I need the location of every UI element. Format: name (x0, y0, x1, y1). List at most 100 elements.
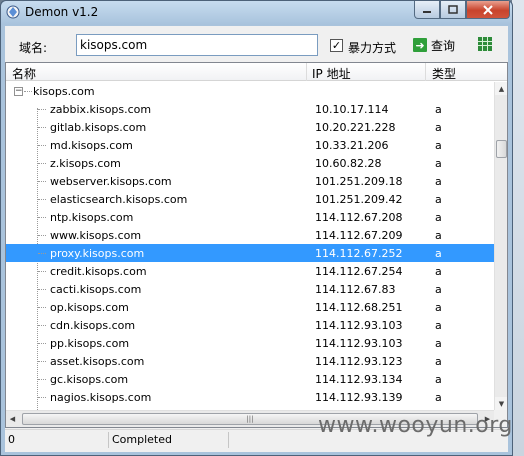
cell-type: a (435, 139, 442, 152)
tree-line (38, 253, 46, 254)
tree-line (38, 343, 46, 344)
title-bar[interactable]: Demon v1.2 (1, 1, 512, 25)
cell-name: z.kisops.com (50, 157, 121, 170)
maximize-icon (448, 5, 458, 14)
bruteforce-label[interactable]: 暴力方式 (348, 39, 396, 56)
cell-type: a (435, 247, 442, 260)
table-row[interactable]: nagios.kisops.com 114.112.93.139 a (6, 388, 494, 406)
cell-ip: 10.20.221.228 (315, 121, 396, 134)
tree-root-row[interactable]: − kisops.com (6, 82, 494, 100)
tree-line (38, 181, 46, 182)
tree-line (38, 235, 46, 236)
tree-line (38, 271, 46, 272)
minimize-button[interactable] (414, 1, 440, 19)
table-row[interactable]: asset.kisops.com 114.112.93.123 a (6, 352, 494, 370)
cell-name: gitlab.kisops.com (50, 121, 147, 134)
query-button[interactable]: ➜ 查询 (413, 35, 455, 55)
column-divider[interactable] (306, 63, 307, 81)
close-button[interactable] (466, 1, 510, 19)
query-label: 查询 (431, 38, 456, 53)
table-row[interactable]: cdn.kisops.com 114.112.93.103 a (6, 316, 494, 334)
cell-ip: 114.112.67.252 (315, 247, 403, 260)
cell-name: pp.kisops.com (50, 337, 130, 350)
tree-line (38, 199, 46, 200)
domain-input[interactable] (76, 34, 318, 56)
cell-type: a (435, 121, 442, 134)
table-row[interactable]: cacti.kisops.com 114.112.67.83 a (6, 280, 494, 298)
cell-ip: 10.10.17.114 (315, 103, 389, 116)
cell-type: a (435, 157, 442, 170)
table-row[interactable]: zabbix.kisops.com 10.10.17.114 a (6, 100, 494, 118)
watermark: www.wooyun.org (318, 413, 513, 438)
vertical-scrollbar[interactable]: ▲ ▼ (494, 82, 507, 410)
bruteforce-checkbox[interactable]: ✓ (330, 39, 343, 52)
cell-type: a (435, 391, 442, 404)
cell-type: a (435, 103, 442, 116)
cell-name: op.kisops.com (50, 301, 129, 314)
table-row[interactable]: z.kisops.com 10.60.82.28 a (6, 154, 494, 172)
spreadsheet-export-icon[interactable] (477, 36, 493, 52)
table-row[interactable]: www.kisops.com 114.112.67.209 a (6, 226, 494, 244)
scroll-up-icon[interactable]: ▲ (495, 82, 507, 95)
cell-ip: 114.112.67.83 (315, 283, 396, 296)
cell-type: a (435, 265, 442, 278)
table-row[interactable]: proxy.kisops.com 114.112.67.252 a (6, 244, 494, 262)
tree-line (38, 127, 46, 128)
table-row[interactable]: elasticsearch.kisops.com 101.251.209.42 a (6, 190, 494, 208)
cell-ip: 101.251.209.42 (315, 193, 403, 206)
table-row[interactable]: pp.kisops.com 114.112.93.103 a (6, 334, 494, 352)
tree-line (38, 379, 46, 380)
cell-ip: 101.251.209.18 (315, 175, 403, 188)
cell-type: a (435, 301, 442, 314)
table-row[interactable]: op.kisops.com 114.112.68.251 a (6, 298, 494, 316)
tree-line (38, 361, 46, 362)
cell-ip: 114.112.67.254 (315, 265, 403, 278)
column-header-name[interactable]: 名称 (12, 65, 36, 82)
window-title: Demon v1.2 (25, 5, 99, 19)
tree-line (38, 109, 46, 110)
arrow-right-icon: ➜ (413, 38, 427, 52)
cell-name: elasticsearch.kisops.com (50, 193, 188, 206)
column-divider[interactable] (425, 63, 426, 81)
cell-type: a (435, 337, 442, 350)
cell-name: zabbix.kisops.com (50, 103, 152, 116)
tree-line (38, 307, 46, 308)
status-count: 0 (5, 432, 109, 448)
background-window-strip (512, 0, 524, 456)
table-row[interactable]: md.kisops.com 10.33.21.206 a (6, 136, 494, 154)
table-row[interactable]: ntp.kisops.com 114.112.67.208 a (6, 208, 494, 226)
results-list[interactable]: 名称 IP 地址 类型 − kisops.com zabbix.kisops.c… (5, 62, 508, 428)
list-header: 名称 IP 地址 类型 (6, 63, 507, 81)
vertical-scroll-thumb[interactable] (496, 140, 507, 158)
cell-type: a (435, 211, 442, 224)
cell-name: ntp.kisops.com (50, 211, 134, 224)
cell-ip: 114.112.93.103 (315, 319, 403, 332)
collapse-icon[interactable]: − (14, 87, 23, 96)
cell-name: cdn.kisops.com (50, 319, 136, 332)
minimize-icon (423, 10, 431, 13)
cell-ip: 10.33.21.206 (315, 139, 389, 152)
cell-type: a (435, 193, 442, 206)
maximize-button[interactable] (440, 1, 466, 19)
close-icon (483, 4, 493, 15)
cell-name: md.kisops.com (50, 139, 133, 152)
cell-ip: 114.112.93.139 (315, 391, 403, 404)
cell-name: proxy.kisops.com (50, 247, 145, 260)
cell-ip: 114.112.68.251 (315, 301, 403, 314)
tree-line (38, 217, 46, 218)
table-row[interactable]: gc.kisops.com 114.112.93.134 a (6, 370, 494, 388)
table-row[interactable]: gitlab.kisops.com 10.20.221.228 a (6, 118, 494, 136)
table-row[interactable]: webserver.kisops.com 101.251.209.18 a (6, 172, 494, 190)
column-header-type[interactable]: 类型 (432, 65, 456, 82)
app-window: Demon v1.2 域名: ✓ 暴力方式 ➜ 查询 名称 (0, 0, 513, 456)
scroll-down-icon[interactable]: ▼ (495, 397, 507, 410)
column-header-ip[interactable]: IP 地址 (312, 65, 351, 82)
cell-ip: 114.112.93.123 (315, 355, 403, 368)
cell-name: nagios.kisops.com (50, 391, 152, 404)
status-message: Completed (109, 432, 229, 448)
cell-name: credit.kisops.com (50, 265, 147, 278)
cell-type: a (435, 229, 442, 242)
table-row[interactable]: credit.kisops.com 114.112.67.254 a (6, 262, 494, 280)
scroll-left-icon[interactable]: ◀ (6, 411, 19, 427)
cell-type: a (435, 373, 442, 386)
